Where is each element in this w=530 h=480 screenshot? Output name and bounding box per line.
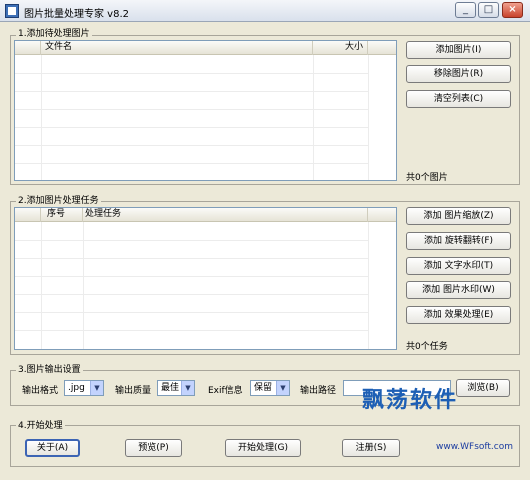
clear-list-button[interactable]: 清空列表(C): [406, 90, 511, 108]
grid-line: [15, 145, 368, 146]
title-bar: 图片批量处理专家 v8.2 _ □ ×: [0, 0, 530, 22]
add-resize-task-button[interactable]: 添加 图片缩放(Z): [406, 207, 511, 225]
grid-line: [15, 73, 368, 74]
checkbox-column-header[interactable]: [15, 41, 41, 55]
section3-label: 3.图片输出设置: [16, 362, 83, 375]
about-button[interactable]: 关于(A): [25, 439, 80, 457]
grid-line: [15, 109, 368, 110]
section1-label: 1.添加待处理图片: [16, 26, 92, 39]
output-path-label: 输出路径: [300, 386, 337, 396]
chevron-down-icon: ▼: [181, 381, 194, 395]
add-rotate-flip-task-button[interactable]: 添加 旋转翻转(F): [406, 232, 511, 250]
task-list[interactable]: 序号 处理任务: [14, 207, 397, 350]
site-watermark: 飘荡软件: [362, 388, 459, 413]
image-count: 共0个图片: [406, 173, 448, 183]
grid-line: [15, 127, 368, 128]
exif-label: Exif信息: [208, 386, 243, 396]
grid-line: [15, 163, 368, 164]
window-title: 图片批量处理专家 v8.2: [24, 9, 129, 20]
column-header-index[interactable]: 序号: [41, 208, 83, 222]
task-count: 共0个任务: [406, 342, 448, 352]
format-value: .jpg: [68, 383, 85, 393]
register-button[interactable]: 注册(S): [342, 439, 400, 457]
column-header-size[interactable]: 大小: [313, 41, 368, 55]
browse-button[interactable]: 浏览(B): [456, 379, 510, 397]
format-select[interactable]: .jpg ▼: [64, 380, 104, 396]
add-image-watermark-task-button[interactable]: 添加 图片水印(W): [406, 281, 511, 299]
website-link[interactable]: www.WFsoft.com: [436, 442, 513, 452]
image-list-header: 文件名 大小: [15, 41, 396, 55]
grid-line: [15, 276, 368, 277]
start-processing-button[interactable]: 开始处理(G): [225, 439, 301, 457]
exif-value: 保留: [254, 383, 273, 393]
preview-button[interactable]: 预览(P): [125, 439, 182, 457]
checkbox-column-header[interactable]: [15, 208, 41, 222]
grid-line: [15, 294, 368, 295]
grid-line: [368, 55, 369, 180]
grid-line: [15, 91, 368, 92]
remove-image-button[interactable]: 移除图片(R): [406, 65, 511, 83]
column-header-task[interactable]: 处理任务: [83, 208, 368, 222]
chevron-down-icon: ▼: [90, 381, 103, 395]
minimize-button[interactable]: _: [455, 2, 476, 18]
grid-line: [368, 222, 369, 349]
grid-line: [15, 312, 368, 313]
app-icon: [5, 4, 19, 18]
quality-value: 最佳: [161, 383, 180, 393]
add-effect-task-button[interactable]: 添加 效果处理(E): [406, 306, 511, 324]
maximize-button[interactable]: □: [478, 2, 499, 18]
section2-label: 2.添加图片处理任务: [16, 193, 101, 206]
grid-line: [15, 330, 368, 331]
section4-label: 4.开始处理: [16, 418, 65, 431]
grid-line: [15, 258, 368, 259]
exif-select[interactable]: 保留 ▼: [250, 380, 290, 396]
task-list-header: 序号 处理任务: [15, 208, 396, 222]
grid-line: [15, 240, 368, 241]
quality-select[interactable]: 最佳 ▼: [157, 380, 195, 396]
chevron-down-icon: ▼: [276, 381, 289, 395]
close-button[interactable]: ×: [502, 2, 523, 18]
add-image-button[interactable]: 添加图片(I): [406, 41, 511, 59]
image-list[interactable]: 文件名 大小: [14, 40, 397, 181]
column-header-filename[interactable]: 文件名: [41, 41, 313, 55]
format-label: 输出格式: [22, 386, 59, 396]
quality-label: 输出质量: [115, 386, 152, 396]
add-text-watermark-task-button[interactable]: 添加 文字水印(T): [406, 257, 511, 275]
